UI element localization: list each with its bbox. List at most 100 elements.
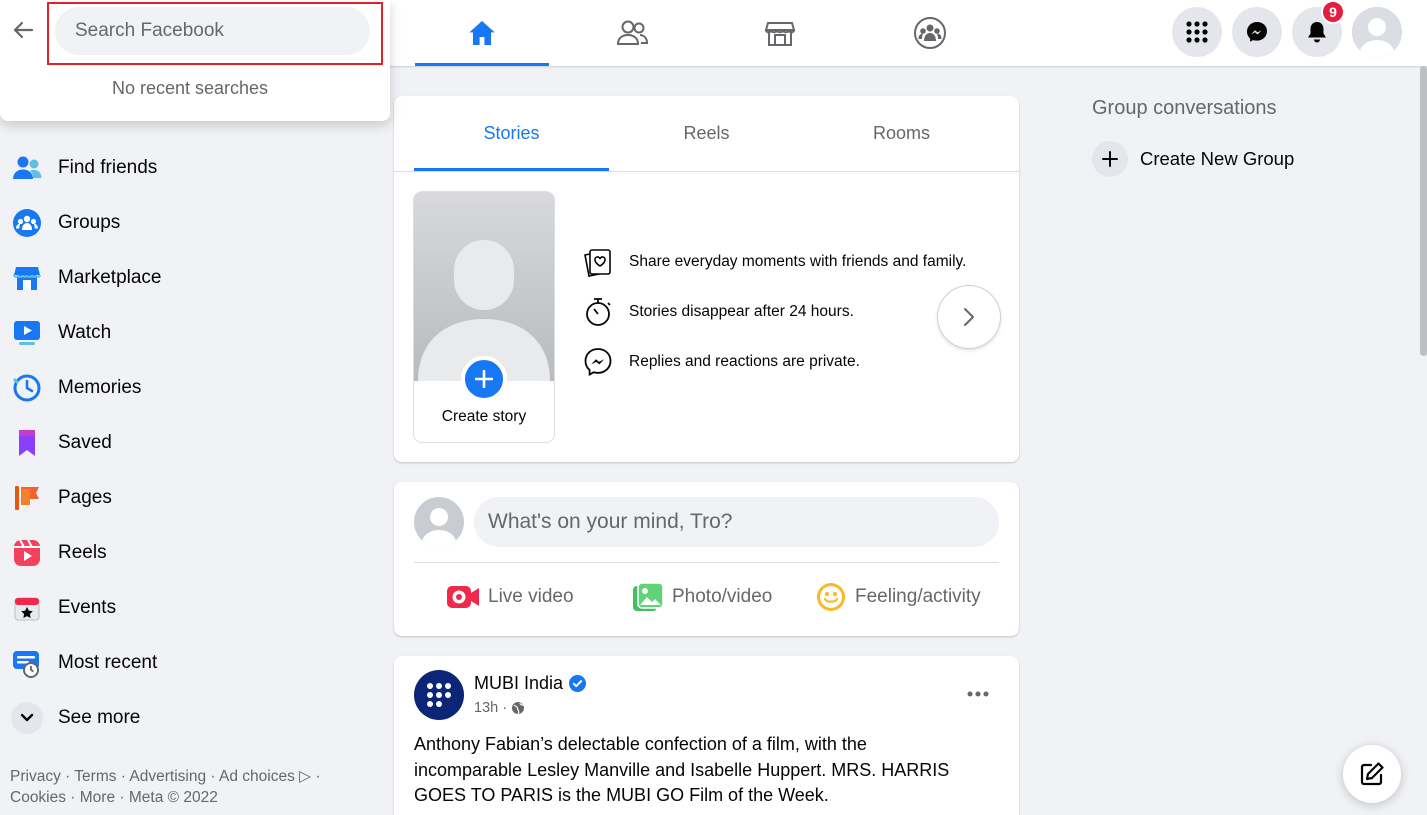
sidebar-item-find-friends[interactable]: Find friends (0, 140, 370, 195)
sidebar-item-marketplace[interactable]: Marketplace (0, 250, 370, 305)
menu-button[interactable] (1172, 7, 1222, 57)
post-author-row: MUBI India (474, 673, 587, 694)
chevron-down-icon (11, 702, 43, 734)
profile-placeholder-icon (414, 497, 464, 547)
pages-icon (12, 483, 42, 513)
sidebar-item-memories[interactable]: Memories (0, 360, 370, 415)
sidebar-item-pages[interactable]: Pages (0, 470, 370, 525)
events-icon (12, 593, 42, 623)
tab-rooms[interactable]: Rooms (804, 96, 999, 171)
search-dropdown: No recent searches (0, 0, 390, 121)
sidebar-item-events[interactable]: Events (0, 580, 370, 635)
sidebar-item-most-recent[interactable]: Most recent (0, 635, 370, 690)
sidebar-item-label: Pages (58, 486, 112, 508)
sidebar-item-watch[interactable]: Watch (0, 305, 370, 360)
most-recent-icon (12, 648, 42, 678)
live-video-button[interactable]: Live video (446, 577, 574, 617)
story-info-text: Share everyday moments with friends and … (629, 253, 967, 270)
arrow-left-icon (13, 21, 34, 39)
account-avatar[interactable] (1352, 7, 1402, 57)
live-video-icon (447, 586, 479, 608)
back-button[interactable] (6, 13, 40, 47)
grid-menu-icon (1186, 21, 1208, 43)
friends-icon (616, 20, 649, 45)
globe-icon (512, 702, 525, 715)
post-meta: 13h · (474, 700, 525, 716)
plus-icon (1092, 141, 1128, 177)
tab-reels[interactable]: Reels (609, 96, 804, 171)
chevron-right-icon (964, 308, 974, 326)
story-info-text: Stories disappear after 24 hours. (629, 303, 854, 320)
scrollbar[interactable] (1420, 66, 1427, 356)
bell-icon (1308, 22, 1326, 43)
tab-groups[interactable] (863, 0, 997, 66)
sidebar-item-label: Events (58, 596, 117, 618)
footer-links[interactable]: Privacy · Terms · Advertising · Ad choic… (10, 766, 340, 808)
plus-icon (475, 370, 493, 388)
tab-friends[interactable] (565, 0, 699, 66)
post-body-text: Anthony Fabian’s delectable confection o… (414, 734, 950, 805)
page-avatar[interactable] (414, 670, 464, 720)
new-message-button[interactable] (1343, 745, 1401, 803)
sidebar-item-label: Reels (58, 541, 107, 563)
sidebar-item-label: See more (58, 706, 141, 728)
sidebar-item-reels[interactable]: Reels (0, 525, 370, 580)
group-conversations-heading: Group conversations (1092, 97, 1277, 119)
profile-silhouette-icon (418, 240, 550, 381)
reels-icon (12, 538, 42, 568)
sidebar-item-saved[interactable]: Saved (0, 415, 370, 470)
sidebar-item-label: Saved (58, 431, 112, 453)
compose-icon (1360, 762, 1384, 786)
stories-card: Stories Reels Rooms Create story Share e… (394, 96, 1019, 462)
story-info-text: Replies and reactions are private. (629, 353, 860, 370)
feed-post: MUBI India 13h · Anthony Fabian’s delect… (394, 656, 1019, 815)
mubi-logo-icon (427, 683, 451, 707)
home-icon (469, 21, 495, 45)
post-options-button[interactable] (960, 676, 996, 712)
whats-on-your-mind-input[interactable]: What's on your mind, Tro? (474, 497, 999, 547)
sidebar-item-label: Watch (58, 321, 112, 343)
more-horizontal-icon (967, 691, 989, 697)
messenger-icon (1247, 22, 1267, 42)
messenger-button[interactable] (1232, 7, 1282, 57)
sidebar-item-label: Find friends (58, 156, 158, 178)
tab-stories[interactable]: Stories (414, 96, 609, 171)
create-story-tile[interactable]: Create story (414, 192, 554, 442)
verified-badge-icon (569, 675, 587, 692)
tab-marketplace[interactable] (713, 0, 847, 66)
sidebar-item-label: Marketplace (58, 266, 162, 288)
messenger-outline-icon (584, 348, 612, 377)
sidebar-item-see-more[interactable]: See more (0, 690, 370, 745)
sidebar-item-groups[interactable]: Groups (0, 195, 370, 250)
marketplace-icon (764, 22, 796, 46)
post-composer: What's on your mind, Tro? Live video Pho… (394, 482, 1019, 636)
stories-next-button[interactable] (938, 286, 1000, 348)
create-story-label: Create story (441, 408, 527, 425)
photo-icon (633, 582, 664, 611)
post-timestamp[interactable]: 13h · (474, 700, 507, 716)
memories-icon (12, 373, 42, 403)
story-profile-placeholder (414, 192, 554, 381)
create-new-group-label: Create New Group (1140, 148, 1295, 169)
no-recent-searches-text: No recent searches (111, 78, 269, 98)
marketplace-icon (12, 263, 42, 293)
feeling-activity-button[interactable]: Feeling/activity (815, 577, 981, 617)
notifications-button[interactable]: 9 (1292, 0, 1345, 57)
notification-badge: 9 (1321, 0, 1345, 24)
cards-heart-icon (584, 249, 611, 277)
divider (414, 562, 999, 563)
photo-video-button[interactable]: Photo/video (632, 577, 772, 617)
create-new-group-button[interactable]: Create New Group (1092, 141, 1294, 177)
search-input[interactable] (55, 7, 370, 55)
friends-icon (12, 153, 42, 183)
sidebar-item-label: Groups (58, 211, 121, 233)
story-info-row: Stories disappear after 24 hours. (582, 294, 854, 330)
divider (394, 171, 1019, 172)
add-story-button[interactable] (461, 356, 507, 402)
sidebar-item-label: Most recent (58, 651, 158, 673)
sidebar-item-label: Memories (58, 376, 142, 398)
groups-icon (12, 208, 42, 238)
stopwatch-icon (586, 298, 611, 326)
tab-home[interactable] (415, 0, 549, 66)
post-author[interactable]: MUBI India (474, 673, 563, 694)
